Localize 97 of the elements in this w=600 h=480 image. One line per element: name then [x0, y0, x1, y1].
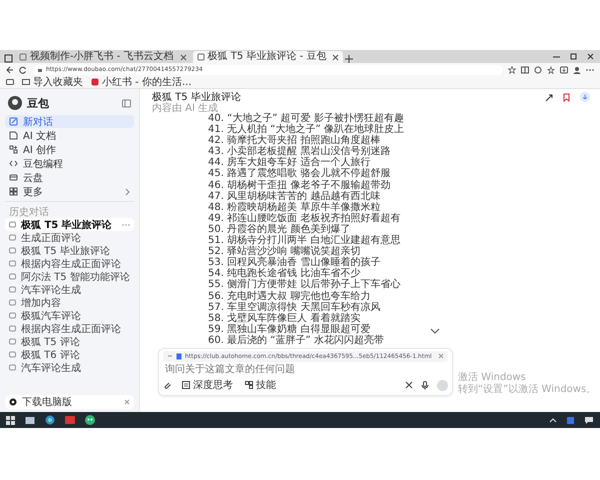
notification-icon[interactable]	[584, 415, 594, 425]
share-icon[interactable]	[545, 92, 553, 102]
sidebar-nav-item[interactable]: AI 创作	[5, 143, 134, 156]
list-line: 46. 胡杨树干歪扭 像老爷子不服输超带劲	[208, 180, 390, 191]
split-screen-icon[interactable]	[521, 66, 529, 74]
history-item[interactable]: 汽车评论生成	[5, 283, 134, 296]
sidebar-nav-item[interactable]: AI 文档	[5, 129, 134, 142]
attach-icon[interactable]	[163, 380, 172, 390]
sidebar-nav-item[interactable]: 更多	[5, 185, 134, 198]
cloud-drive-icon	[9, 173, 18, 182]
grid-icon	[9, 187, 18, 196]
history-item[interactable]: 汽车评论生成	[5, 361, 134, 374]
window-app-icon[interactable]	[25, 416, 35, 424]
download-app-button[interactable]: 下载电脑版	[5, 395, 134, 409]
history-item[interactable]: 极狐 T6 评论	[5, 348, 134, 361]
list-line: 45. 路遇了震悠唱歌 骆会儿就不停超舒服	[208, 168, 390, 180]
page-icon	[19, 53, 27, 61]
sidebar-nav-item[interactable]: 云盘	[5, 171, 134, 184]
sidebar-nav-item[interactable]: 豆包编程	[5, 157, 134, 170]
download-icon[interactable]	[560, 66, 568, 74]
tool-button[interactable]: 深度思考	[180, 378, 235, 392]
tray-app-icon[interactable]	[567, 416, 574, 424]
back-icon[interactable]	[6, 66, 14, 74]
sidebar-nav-item[interactable]: 新对话	[5, 115, 134, 128]
list-line: 54. 纯电跑长途省钱 比油车省不少	[208, 268, 360, 280]
list-line: 51. 胡杨寺分打川两半 白地汇业建超有意思	[208, 235, 400, 246]
sparkle-grid-icon	[9, 145, 18, 154]
list-line: 47. 风里胡杨味苦苦的 越品越有西北味	[208, 190, 380, 202]
chat-app-icon[interactable]	[85, 415, 95, 425]
close-icon[interactable]	[332, 54, 340, 60]
question-input[interactable]: 询问关于这篇文章的任何问题	[163, 362, 448, 377]
page-icon	[196, 53, 205, 61]
chevron-right-icon	[124, 188, 130, 196]
app-name: 豆包	[27, 96, 49, 110]
activation-notice-title: 激活 Windows	[458, 372, 526, 384]
history-item[interactable]: 极狐 T5 毕业旅评论	[5, 218, 134, 231]
avatar-icon	[8, 96, 22, 110]
download-icon[interactable]	[580, 92, 590, 102]
history-item[interactable]: 极狐汽车评论	[5, 309, 134, 322]
app-logo-icon	[9, 398, 17, 406]
page-icon	[176, 352, 182, 360]
list-line: 60. 最后浇的 “蓝胖子” 水花闪闪超亮带	[208, 334, 384, 346]
list-line: 44. 房车大姐夸车好 适合一个人旅行	[208, 157, 370, 168]
tool-button[interactable]: 技能	[243, 378, 278, 392]
favorites-icon[interactable]	[547, 66, 555, 74]
profile-icon[interactable]	[573, 66, 581, 74]
list-line: 55. 侧滑门方便带娃 以后带孙子上下车省心	[208, 279, 400, 290]
list-line: 57. 车里空调凉得快 天黑回车秒有凉风	[208, 302, 380, 313]
bookmark[interactable]: 导入收藏夹	[22, 75, 83, 89]
code-icon	[9, 159, 18, 168]
history-item[interactable]: 极狐 T5 毕业旅评论	[5, 244, 134, 257]
document-icon	[9, 131, 18, 140]
history-item[interactable]: 阿尔法 T5 智能功能评论	[5, 270, 134, 283]
list-line: 56. 充电时遇大叔 聊完他也夸车给力	[208, 290, 370, 302]
browser-icon[interactable]	[45, 415, 55, 425]
star-icon[interactable]	[508, 66, 516, 74]
list-line: 59. 黑独山车像奶糖 白得显眼超可爱	[208, 324, 370, 335]
list-line: 43. 小卖部老板提醒 黑岩山没信号别迷路	[208, 146, 390, 158]
bookmark-icon[interactable]	[562, 92, 571, 102]
list-line: 48. 粉霞映胡杨超美 草原牛羊像撒米粒	[208, 202, 380, 213]
history-item[interactable]: 根据内容生成正面评论	[5, 257, 134, 270]
deep-think-icon	[182, 381, 190, 390]
history-item[interactable]: 根据内容生成正面评论	[5, 322, 134, 335]
chevron-down-icon[interactable]	[430, 328, 440, 334]
list-line: 52. 驿站营沙沙响 嘴嘴说笑超亲切	[208, 246, 360, 258]
list-line: 41. 无人机拍 “大地之子” 像趴在地球肚皮上	[208, 124, 404, 136]
list-line: 53. 回程风亮暴油香 雪山像睡着的孩子	[208, 257, 380, 268]
chat-title: 极狐 T5 毕业旅评论	[152, 92, 241, 103]
close-icon[interactable]	[180, 54, 187, 60]
microphone-icon[interactable]	[421, 380, 429, 390]
history-item[interactable]: 极狐 T5 评论	[5, 335, 134, 348]
reload-icon[interactable]	[19, 66, 27, 74]
tray-chevron-icon[interactable]	[549, 416, 557, 424]
site-logo-icon	[91, 78, 99, 86]
history-item[interactable]: 增加内容	[5, 296, 134, 309]
app-icon[interactable]	[65, 415, 75, 425]
browser-tab[interactable]: 视频制作-小胖飞书 - 飞书云文档	[15, 51, 191, 63]
edit-icon	[9, 117, 18, 126]
folder-icon	[22, 78, 30, 86]
close-icon[interactable]	[587, 53, 594, 60]
list-line: 49. 祁连山腰吃饭面 老板祝齐拍照好看超有	[208, 212, 400, 224]
windows-start-icon[interactable]	[6, 416, 15, 424]
restore-icon[interactable]	[570, 53, 577, 60]
list-line: 58. 戈壁风车阵像巨人 看着就踏实	[208, 312, 360, 324]
bookmark[interactable]: 小红书 - 你的生活...	[91, 75, 192, 89]
list-line: 50. 丹霞谷的晨光 颜色美到爆了	[208, 224, 350, 235]
tab-overview-icon[interactable]	[4, 54, 13, 63]
section-heading: 历史对话	[8, 206, 50, 218]
collapse-sidebar-icon[interactable]	[122, 98, 131, 108]
list-line: 42. 骑摩托大哥夹招 拍照跑山角度超棒	[208, 135, 380, 146]
list-line: 40. “大地之子” 超可爱 影子被扑愣狂超有趣	[208, 113, 404, 124]
new-tab-icon[interactable]	[345, 55, 354, 63]
activation-notice-hint: 转到“设置”以激活 Windows。	[458, 384, 596, 396]
browser-tab[interactable]: 极狐 T5 毕业旅评论 - 豆包	[192, 51, 344, 63]
history-item[interactable]: 生成正面评论	[5, 231, 134, 244]
ai-disclaimer: 内容由 AI 生成	[152, 103, 218, 114]
skills-icon	[245, 381, 253, 390]
